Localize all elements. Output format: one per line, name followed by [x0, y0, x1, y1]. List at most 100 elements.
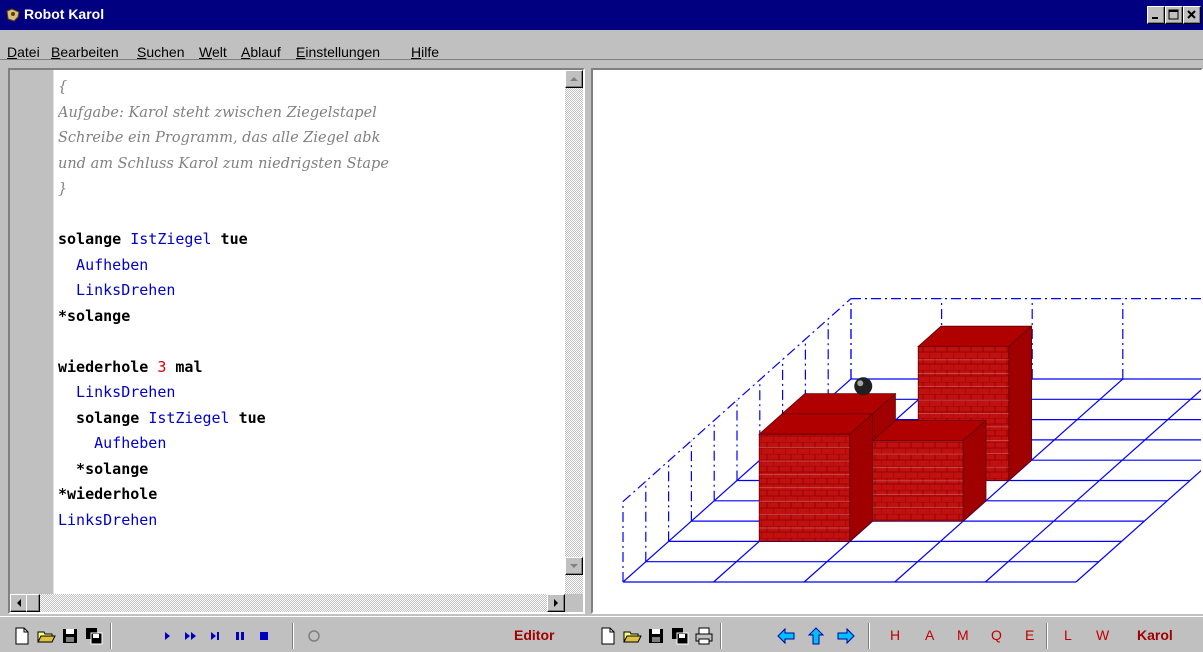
open-world-icon[interactable]: [622, 626, 642, 646]
scroll-down-button[interactable]: [565, 557, 583, 575]
menu-einstellungen[interactable]: Einstellungen: [296, 44, 380, 60]
code-line: LinksDrehen: [58, 508, 564, 534]
arrow-right-icon[interactable]: [836, 626, 856, 646]
menu-suchen[interactable]: Suchen: [137, 44, 185, 60]
karol-robot-highlight: [857, 380, 864, 387]
world-view[interactable]: [591, 68, 1203, 614]
bottom-toolbar: Editor H A M Q E L W Karol: [0, 616, 1203, 652]
toolbar-separator: [720, 623, 722, 649]
triangle-down-icon: [570, 564, 578, 568]
stop-icon[interactable]: [254, 626, 274, 646]
command-h-button[interactable]: H: [890, 627, 900, 643]
brick-side-face: [849, 413, 874, 543]
karol-robot: [854, 377, 873, 396]
window-title: Robot Karol: [24, 6, 105, 22]
code-token: IstZiegel: [130, 230, 212, 248]
code-token: mal: [166, 357, 203, 376]
code-token: LinksDrehen: [58, 281, 176, 299]
code-line: solange IstZiegel tue: [58, 227, 564, 253]
code-token: *wiederhole: [58, 485, 158, 503]
code-line: }: [58, 176, 564, 202]
code-line: {: [58, 74, 564, 100]
command-m-button[interactable]: M: [957, 627, 969, 643]
menu-hilfe[interactable]: Hilfe: [411, 44, 439, 60]
command-q-button[interactable]: Q: [991, 627, 1002, 643]
save-world-all-icon[interactable]: [670, 626, 690, 646]
command-w-button[interactable]: W: [1096, 627, 1109, 643]
command-e-button[interactable]: E: [1025, 627, 1034, 643]
code-token: *solange: [58, 459, 149, 478]
code-area[interactable]: { Aufgabe: Karol steht zwischen Ziegelsta…: [58, 74, 564, 594]
minimize-icon: [1152, 17, 1158, 19]
code-line: Aufheben: [58, 253, 564, 279]
menu-bearbeiten[interactable]: Bearbeiten: [51, 44, 119, 60]
step-icon[interactable]: [206, 626, 226, 646]
save-disk-icon[interactable]: [60, 626, 80, 646]
minimize-button[interactable]: [1147, 6, 1165, 24]
code-token: Schreibe ein Programm, das alle Ziegel a…: [58, 130, 381, 146]
code-line: *wiederhole: [58, 482, 564, 508]
code-line: wiederhole 3 mal: [58, 355, 564, 381]
vertical-scrollbar[interactable]: [565, 70, 583, 594]
code-token: solange: [58, 230, 131, 248]
scrollbar-corner: [565, 594, 583, 612]
close-button[interactable]: [1183, 6, 1201, 24]
open-folder-icon[interactable]: [36, 626, 56, 646]
scroll-right-button[interactable]: [547, 594, 565, 612]
code-token: IstZiegel: [148, 408, 230, 427]
menu-ablauf[interactable]: Ablauf: [241, 44, 281, 60]
app-window: Robot Karol Datei Bearbeiten Suchen Welt…: [0, 0, 1203, 652]
code-token: tue: [211, 230, 248, 248]
code-line: *solange: [58, 304, 564, 330]
code-token: Aufgabe: Karol steht zwischen Ziegelstap…: [58, 104, 377, 121]
code-editor[interactable]: { Aufgabe: Karol steht zwischen Ziegelsta…: [8, 68, 585, 614]
code-token: Aufheben: [58, 434, 167, 452]
title-bar[interactable]: Robot Karol: [0, 0, 1203, 30]
arrow-left-icon[interactable]: [776, 626, 796, 646]
new-file-icon[interactable]: [12, 626, 32, 646]
code-token: }: [58, 181, 68, 197]
fast-run-icon[interactable]: [182, 626, 202, 646]
maximize-button[interactable]: [1165, 6, 1183, 24]
save-all-icon[interactable]: [84, 626, 104, 646]
code-line: Aufgabe: Karol steht zwischen Ziegelstap…: [58, 100, 564, 126]
code-token: wiederhole: [58, 357, 158, 376]
code-token: solange: [58, 408, 149, 427]
world-3d-view: [622, 298, 1203, 583]
command-l-button[interactable]: L: [1064, 627, 1072, 643]
menu-bar: Datei Bearbeiten Suchen Welt Ablauf Eins…: [0, 30, 1203, 60]
command-a-button[interactable]: A: [925, 627, 934, 643]
run-icon[interactable]: [158, 626, 178, 646]
arrow-up-icon[interactable]: [806, 626, 826, 646]
print-icon[interactable]: [694, 626, 714, 646]
code-token: *solange: [58, 306, 131, 325]
brick-side-face: [1008, 325, 1033, 482]
code-line: Schreibe ein Programm, das alle Ziegel a…: [58, 125, 564, 151]
menu-datei[interactable]: Datei: [7, 44, 40, 60]
code-line: *solange: [58, 457, 564, 483]
close-icon: [1187, 10, 1196, 19]
pause-icon[interactable]: [230, 626, 250, 646]
toolbar-separator: [1046, 623, 1048, 649]
horizontal-scrollbar[interactable]: [10, 594, 565, 612]
code-token: LinksDrehen: [58, 383, 176, 401]
world-label: Karol: [1137, 627, 1173, 643]
triangle-left-icon: [17, 599, 21, 607]
menu-welt[interactable]: Welt: [199, 44, 227, 60]
triangle-right-icon: [554, 599, 558, 607]
code-line: LinksDrehen: [58, 380, 564, 406]
horizontal-scroll-thumb[interactable]: [26, 594, 40, 612]
code-token: LinksDrehen: [58, 510, 158, 529]
toolbar-separator: [110, 623, 112, 649]
maximize-icon: [1168, 9, 1179, 20]
editor-label: Editor: [514, 627, 555, 643]
save-world-icon[interactable]: [646, 626, 666, 646]
code-token: {: [58, 79, 68, 95]
editor-gutter: [10, 70, 54, 594]
new-world-icon[interactable]: [598, 626, 618, 646]
scroll-up-button[interactable]: [565, 70, 583, 88]
code-line: und am Schluss Karol zum niedrigsten Sta…: [58, 151, 564, 177]
status-indicator-icon: [304, 626, 324, 646]
